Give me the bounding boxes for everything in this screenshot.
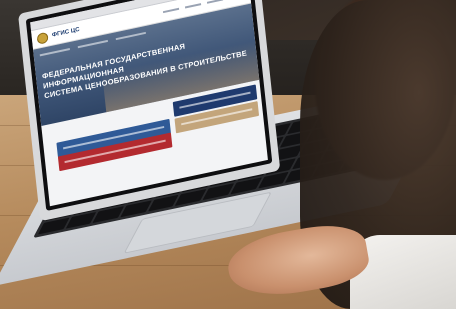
website-page: ФГИС ЦС ФЕДЕРАЛЬНАЯ ГОСУДАРСТВЕННАЯ ИНФО…	[30, 0, 268, 207]
photo: ФГИС ЦС ФЕДЕРАЛЬНАЯ ГОСУДАРСТВЕННАЯ ИНФО…	[0, 0, 456, 309]
site-logo-text: ФГИС ЦС	[51, 26, 80, 39]
laptop-screen: ФГИС ЦС ФЕДЕРАЛЬНАЯ ГОСУДАРСТВЕННАЯ ИНФО…	[25, 0, 273, 211]
emblem-icon	[36, 31, 49, 45]
